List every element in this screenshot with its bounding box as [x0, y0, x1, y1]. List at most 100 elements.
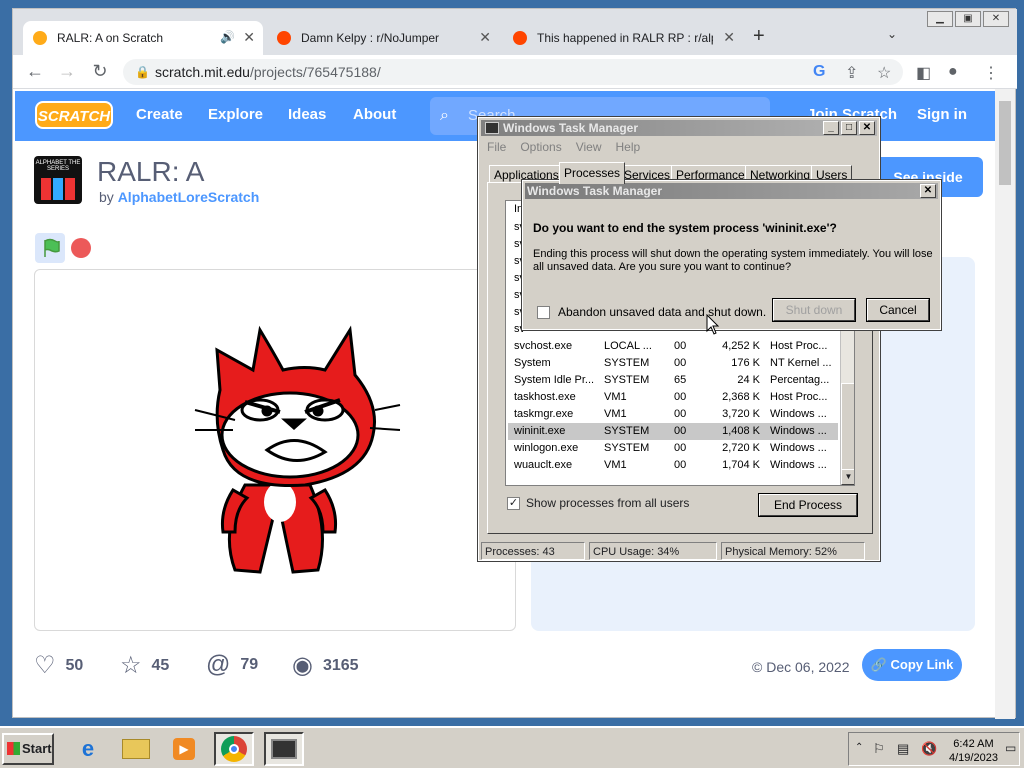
window-title: Windows Task Manager [503, 121, 639, 135]
scrollbar-thumb[interactable] [999, 101, 1011, 185]
tab-reddit-alphabet[interactable]: This happened in RALR RP : r/alpha ✕ [503, 21, 743, 55]
minimize-icon[interactable]: _ [823, 121, 839, 135]
network-icon[interactable]: ▤ [897, 741, 909, 757]
maximize-icon[interactable]: ▣ [955, 11, 981, 27]
volume-muted-icon[interactable]: 🔇 [921, 741, 937, 757]
tab-reddit-nojumper[interactable]: Damn Kelpy : r/NoJumper ✕ [267, 21, 499, 55]
nav-explore[interactable]: Explore [208, 106, 263, 123]
show-all-users-label: Show processes from all users [526, 496, 690, 510]
table-row-selected[interactable]: wininit.exe SYSTEM 00 1,408 K Windows ..… [508, 423, 838, 440]
close-icon[interactable]: ✕ [859, 121, 875, 135]
dialog-message: Ending this process will shut down the o… [533, 248, 933, 273]
close-tab-icon[interactable]: ✕ [479, 29, 491, 46]
nav-about[interactable]: About [353, 106, 396, 123]
process-name: winlogon.exe [514, 442, 579, 454]
close-window-icon[interactable]: ✕ [983, 11, 1009, 27]
dialog-question: Do you want to end the system process 'w… [533, 221, 837, 235]
process-description: Windows ... [770, 459, 827, 471]
table-row[interactable]: winlogon.exe SYSTEM 00 2,720 K Windows .… [508, 440, 838, 457]
table-row[interactable]: System Idle Pr... SYSTEM 65 24 K Percent… [508, 372, 838, 389]
menu-view[interactable]: View [576, 140, 602, 154]
tab-label: RALR: A on Scratch [57, 31, 164, 45]
forward-arrow-icon[interactable]: → [55, 61, 79, 82]
table-row[interactable]: System SYSTEM 00 176 K NT Kernel ... [508, 355, 838, 372]
scratch-logo[interactable]: SCRATCH [35, 101, 113, 129]
address-bar[interactable]: 🔒 scratch.mit.edu/projects/765475188/ [123, 59, 903, 85]
process-cpu: 00 [674, 425, 687, 437]
process-description: Windows ... [770, 425, 827, 437]
chrome-icon[interactable] [214, 732, 254, 766]
dialog-titlebar[interactable]: Windows Task Manager ✕ [525, 183, 938, 199]
tab-scratch[interactable]: RALR: A on Scratch 🔊 ✕ [23, 21, 263, 55]
show-all-users-option[interactable]: ✓ Show processes from all users [507, 496, 689, 510]
task-manager-taskbar-icon[interactable] [264, 732, 304, 766]
google-translate-icon[interactable]: G [813, 63, 825, 81]
reload-icon[interactable]: ↻ [88, 61, 112, 82]
process-description: Host Proc... [770, 340, 828, 352]
action-center-flag-icon[interactable]: ⚐ [873, 741, 885, 757]
process-cpu: 00 [674, 391, 687, 403]
end-process-button[interactable]: End Process [758, 493, 858, 517]
author-link[interactable]: AlphabetLoreScratch [118, 189, 260, 205]
page-scrollbar[interactable] [995, 89, 1015, 719]
clock[interactable]: 6:42 AM 4/19/2023 [949, 737, 998, 765]
show-hidden-icons-chevron-icon[interactable]: ⌃ [855, 742, 863, 753]
internet-explorer-icon[interactable]: e [68, 732, 108, 766]
sign-in-link[interactable]: Sign in [917, 106, 967, 123]
nav-create[interactable]: Create [136, 106, 183, 123]
side-panel-icon[interactable]: ◧ [916, 63, 931, 83]
by-prefix: by [99, 189, 114, 205]
minimize-icon[interactable]: ▁ [927, 11, 953, 27]
show-all-users-checkbox[interactable]: ✓ [507, 496, 520, 510]
tab-search-chevron-icon[interactable]: ⌄ [887, 27, 897, 41]
cancel-button[interactable]: Cancel [866, 298, 930, 322]
share-icon[interactable]: ⇪ [845, 63, 858, 83]
bookmark-star-icon[interactable]: ☆ [877, 63, 891, 83]
new-tab-button[interactable]: + [753, 25, 765, 48]
menu-help[interactable]: Help [616, 140, 641, 154]
audio-icon[interactable]: 🔊 [220, 30, 235, 44]
abandon-data-checkbox[interactable] [537, 305, 550, 319]
process-description: NT Kernel ... [770, 357, 832, 369]
scrollbar-thumb[interactable] [841, 383, 854, 473]
love-stat[interactable]: ♡ 50 [34, 651, 83, 680]
show-desktop-icon[interactable]: ▭ [1005, 741, 1016, 755]
menu-file[interactable]: File [487, 140, 506, 154]
back-arrow-icon[interactable]: ← [23, 61, 47, 82]
close-tab-icon[interactable]: ✕ [243, 29, 255, 46]
task-manager-menubar: File Options View Help [487, 140, 640, 154]
url-path: /projects/765475188/ [249, 64, 381, 80]
green-flag-button[interactable] [35, 233, 65, 263]
share-date: © Dec 06, 2022 [752, 659, 850, 675]
kebab-menu-icon[interactable]: ⋮ [983, 63, 999, 83]
shut-down-button[interactable]: Shut down [772, 298, 856, 322]
favorite-stat[interactable]: ☆ 45 [120, 651, 169, 680]
abandon-data-label: Abandon unsaved data and shut down. [558, 305, 767, 319]
profile-avatar-icon[interactable]: ● [948, 63, 958, 81]
media-player-icon[interactable]: ▶ [164, 732, 204, 766]
table-row[interactable]: taskmgr.exe VM1 00 3,720 K Windows ... [508, 406, 838, 423]
process-description: Windows ... [770, 442, 827, 454]
tab-processes[interactable]: Processes [559, 162, 626, 184]
green-flag-icon [44, 238, 60, 257]
task-manager-titlebar[interactable]: Windows Task Manager _ □ ✕ [481, 120, 877, 136]
table-row[interactable]: wuauclt.exe VM1 00 1,704 K Windows ... [508, 457, 838, 474]
task-manager-statusbar: Processes: 43 CPU Usage: 34% Physical Me… [481, 542, 877, 560]
close-icon[interactable]: ✕ [920, 184, 936, 198]
windows-flag-icon [7, 742, 20, 755]
table-row[interactable]: taskhost.exe VM1 00 2,368 K Host Proc... [508, 389, 838, 406]
project-thumbnail[interactable]: ALPHABET THE SERIES [34, 156, 82, 204]
table-row[interactable]: svchost.exe LOCAL ... 00 4,252 K Host Pr… [508, 338, 838, 355]
start-button[interactable]: Start [2, 733, 54, 765]
nav-ideas[interactable]: Ideas [288, 106, 326, 123]
copy-link-button[interactable]: 🔗 Copy Link [862, 649, 962, 681]
maximize-icon[interactable]: □ [841, 121, 857, 135]
menu-options[interactable]: Options [520, 140, 561, 154]
file-explorer-folder-icon[interactable] [116, 732, 156, 766]
process-description: Windows ... [770, 408, 827, 420]
project-stage[interactable] [34, 269, 516, 631]
abandon-data-option[interactable]: Abandon unsaved data and shut down. [537, 305, 766, 319]
close-tab-icon[interactable]: ✕ [723, 29, 735, 46]
scroll-down-arrow-icon[interactable]: ▼ [841, 469, 854, 485]
stop-button[interactable] [71, 238, 91, 258]
